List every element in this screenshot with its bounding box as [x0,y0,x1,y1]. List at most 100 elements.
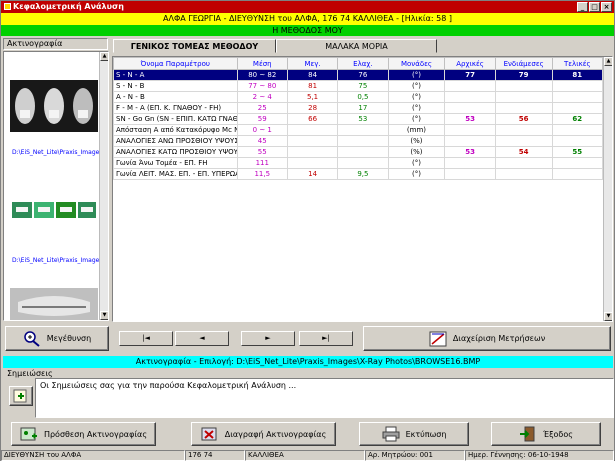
table-cell[interactable]: 53 [444,113,496,125]
table-cell[interactable] [551,168,604,180]
close-button[interactable]: × [601,2,612,12]
add-xray-button[interactable]: Πρόσθεση Ακτινογραφίας [11,422,156,446]
table-cell[interactable] [444,124,496,136]
table-cell[interactable]: 0 ~ 1 [236,124,288,136]
table-cell[interactable]: 76 [337,69,389,81]
xray-thumbnail[interactable] [10,200,98,220]
table-cell[interactable]: (mm) [387,124,446,136]
xray-thumbnail[interactable] [10,288,98,320]
table-cell[interactable] [551,124,604,136]
table-cell[interactable]: 75 [337,80,389,92]
xray-thumbnail[interactable] [10,80,98,132]
table-cell[interactable] [337,135,389,147]
col-min[interactable]: Ελαχ. [337,57,389,70]
tab-soft-tissue[interactable]: ΜΑΛΑΚΑ ΜΟΡΙΑ [276,39,437,53]
table-cell[interactable] [494,168,553,180]
col-mean[interactable]: Μέση [236,57,288,70]
exit-button[interactable]: Έξοδος [491,422,601,446]
table-cell[interactable]: 111 [236,157,288,169]
table-cell[interactable]: 5,1 [286,91,339,103]
table-cell[interactable]: (°) [387,157,446,169]
table-cell[interactable]: 45 [236,135,288,147]
table-cell[interactable]: 77 ~ 80 [236,80,288,92]
table-cell[interactable]: Γωνία Άνω Τομέα - ΕΠ. FH [113,157,238,169]
table-cell[interactable]: (°) [387,102,446,114]
table-cell[interactable] [444,80,496,92]
table-cell[interactable]: (%) [387,146,446,158]
col-initial[interactable]: Αρχικές [444,57,496,70]
table-cell[interactable]: 81 [551,69,604,81]
table-cell[interactable]: (°) [387,91,446,103]
scroll-down-icon[interactable]: ▼ [604,312,612,321]
table-cell[interactable] [494,135,553,147]
table-cell[interactable]: 80 ~ 82 [236,69,288,81]
minimize-button[interactable]: _ [577,2,588,12]
table-cell[interactable]: F - M - A (ΕΠ. Κ. ΓΝΑΘΟΥ - FH) [113,102,238,114]
table-cell[interactable] [444,157,496,169]
table-row[interactable]: S - N - A 80 ~ 82 84 76 (°) 77 79 81 [113,69,604,81]
table-cell[interactable] [551,80,604,92]
table-cell[interactable]: 84 [286,69,339,81]
table-cell[interactable]: 77 [444,69,496,81]
table-cell[interactable]: 17 [337,102,389,114]
table-cell[interactable] [337,146,389,158]
table-cell[interactable]: S - N - B [113,80,238,92]
xray-path-link[interactable]: D:\EiS_Net_Lite\Praxis_Images [12,257,102,264]
table-cell[interactable]: (°) [387,113,446,125]
col-parameter[interactable]: Όνομα Παραμέτρου [113,57,238,70]
table-cell[interactable]: 28 [286,102,339,114]
nav-last-button[interactable]: ►| [299,331,353,346]
zoom-button[interactable]: Μεγέθυνση [5,326,109,351]
table-cell[interactable]: ΑΝΑΛΟΓΙΕΣ ΚΑΤΩ ΠΡΟΣΘΙΟΥ ΥΨΟΥΣ [113,146,238,158]
table-cell[interactable]: Γωνία ΛΕΙΤ. ΜΑΣ. ΕΠ. - ΕΠ. ΥΠΕΡΩΑΣ [113,168,238,180]
table-cell[interactable] [494,91,553,103]
table-cell[interactable] [286,157,339,169]
table-cell[interactable]: (°) [387,168,446,180]
table-cell[interactable]: 0,5 [337,91,389,103]
table-cell[interactable]: 56 [494,113,553,125]
tab-general[interactable]: ΓΕΝΙΚΟΣ ΤΟΜΕΑΣ ΜΕΘΟΔΟΥ [113,39,276,53]
table-cell[interactable]: Απόσταση A από Κατακόρυφο Mc Nama [113,124,238,136]
table-cell[interactable]: 81 [286,80,339,92]
table-cell[interactable] [494,102,553,114]
table-cell[interactable] [286,135,339,147]
grid-scrollbar[interactable]: ▲ ▼ [603,57,612,321]
table-cell[interactable]: 14 [286,168,339,180]
table-cell[interactable]: ΑΝΑΛΟΓΙΕΣ ΑΝΩ ΠΡΟΣΘΙΟΥ ΥΨΟΥΣ = [113,135,238,147]
nav-next-button[interactable]: ► [241,331,295,346]
thumbnail-scrollbar[interactable]: ▲ ▼ [99,52,108,320]
table-cell[interactable] [337,124,389,136]
nav-prev-button[interactable]: ◄ [175,331,229,346]
table-cell[interactable]: SN - Go Gn (SN - ΕΠΙΠ. ΚΑΤΩ ΓΝΑΘΟΥ) [113,113,238,125]
table-cell[interactable]: 25 [236,102,288,114]
table-cell[interactable]: 2 ~ 4 [236,91,288,103]
xray-path-link[interactable]: D:\EiS_Net_Lite\Praxis_Images [12,149,102,156]
table-cell[interactable] [551,157,604,169]
table-row[interactable]: Γωνία Άνω Τομέα - ΕΠ. FH 111 (°) [113,157,604,169]
table-cell[interactable] [444,135,496,147]
table-cell[interactable] [444,91,496,103]
col-units[interactable]: Μονάδες [387,57,446,70]
table-row[interactable]: Απόσταση A από Κατακόρυφο Mc Nama0 ~ 1 (m… [113,124,604,136]
table-cell[interactable]: (%) [387,135,446,147]
table-cell[interactable] [551,102,604,114]
maximize-button[interactable]: □ [589,2,600,12]
table-cell[interactable]: 55 [236,146,288,158]
notes-textarea[interactable]: Οι Σημειώσεις σας για την παρούσα Κεφαλο… [35,378,614,418]
table-row[interactable]: A - N - B2 ~ 4 5,1 0,5 (°) [113,91,604,103]
xray-thumbnail-list[interactable]: D:\EiS_Net_Lite\Praxis_Images D:\EiS_Net… [3,51,109,321]
scroll-up-icon[interactable]: ▲ [100,52,108,61]
table-cell[interactable] [551,135,604,147]
table-cell[interactable]: 79 [494,69,553,81]
print-button[interactable]: Εκτύπωση [359,422,469,446]
table-cell[interactable]: 9,5 [337,168,389,180]
table-cell[interactable]: 53 [337,113,389,125]
table-cell[interactable] [337,157,389,169]
table-cell[interactable]: A - N - B [113,91,238,103]
table-cell[interactable]: 11,5 [236,168,288,180]
table-cell[interactable]: 59 [236,113,288,125]
scroll-up-icon[interactable]: ▲ [604,57,612,66]
table-cell[interactable] [286,124,339,136]
table-cell[interactable] [551,91,604,103]
table-row[interactable]: ΑΝΑΛΟΓΙΕΣ ΑΝΩ ΠΡΟΣΘΙΟΥ ΥΨΟΥΣ = 45 (%) [113,135,604,147]
